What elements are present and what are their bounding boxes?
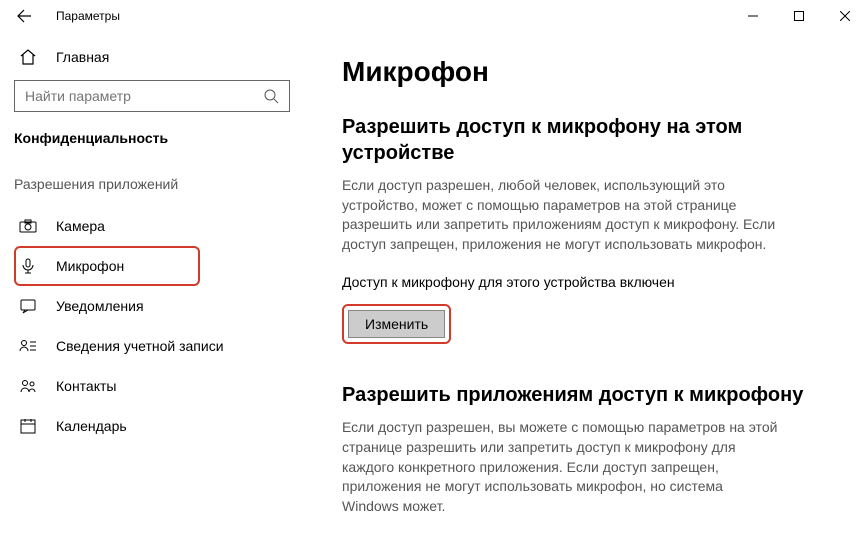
maximize-button[interactable]: [776, 0, 822, 32]
sidebar-item-contacts[interactable]: Контакты: [14, 366, 190, 406]
sidebar-item-camera[interactable]: Камера: [14, 206, 190, 246]
page-title: Микрофон: [342, 56, 828, 88]
sidebar-item-calendar[interactable]: Календарь: [14, 406, 190, 446]
sidebar-item-home[interactable]: Главная: [14, 42, 300, 80]
home-label: Главная: [56, 49, 109, 65]
change-button[interactable]: Изменить: [348, 310, 445, 338]
section-description: Если доступ разрешен, вы можете с помощь…: [342, 418, 782, 516]
camera-icon: [18, 217, 38, 235]
sidebar-item-label: Календарь: [56, 418, 127, 434]
search-icon: [263, 88, 279, 104]
notifications-icon: [18, 297, 38, 315]
maximize-icon: [794, 11, 804, 21]
sidebar-item-label: Уведомления: [56, 298, 144, 314]
content-area: Микрофон Разрешить доступ к микрофону на…: [300, 32, 868, 538]
back-arrow-icon: [16, 8, 32, 24]
section-description: Если доступ разрешен, любой человек, исп…: [342, 176, 782, 254]
close-icon: [840, 11, 850, 21]
account-icon: [18, 337, 38, 355]
back-button[interactable]: [8, 0, 40, 32]
close-button[interactable]: [822, 0, 868, 32]
sidebar-item-label: Контакты: [56, 378, 116, 394]
section-heading: Конфиденциальность: [14, 130, 300, 176]
home-icon: [18, 48, 38, 66]
sidebar-item-microphone[interactable]: Микрофон: [14, 246, 200, 286]
sidebar: Главная Конфиденциальность Разрешения пр…: [0, 32, 300, 538]
minimize-icon: [748, 11, 758, 21]
sidebar-item-label: Сведения учетной записи: [56, 338, 224, 354]
calendar-icon: [18, 417, 38, 435]
sidebar-item-label: Камера: [56, 218, 105, 234]
group-heading: Разрешения приложений: [14, 176, 300, 206]
microphone-icon: [18, 257, 38, 275]
contacts-icon: [18, 377, 38, 395]
window-title: Параметры: [56, 9, 120, 23]
change-button-highlight: Изменить: [342, 304, 451, 344]
sidebar-item-label: Микрофон: [56, 258, 124, 274]
search-input[interactable]: [14, 80, 290, 112]
sidebar-item-account-info[interactable]: Сведения учетной записи: [14, 326, 234, 366]
section-title: Разрешить приложениям доступ к микрофону: [342, 382, 828, 408]
minimize-button[interactable]: [730, 0, 776, 32]
sidebar-item-notifications[interactable]: Уведомления: [14, 286, 190, 326]
section-title: Разрешить доступ к микрофону на этом уст…: [342, 114, 828, 166]
search-field[interactable]: [25, 88, 263, 104]
access-status: Доступ к микрофону для этого устройства …: [342, 274, 828, 290]
